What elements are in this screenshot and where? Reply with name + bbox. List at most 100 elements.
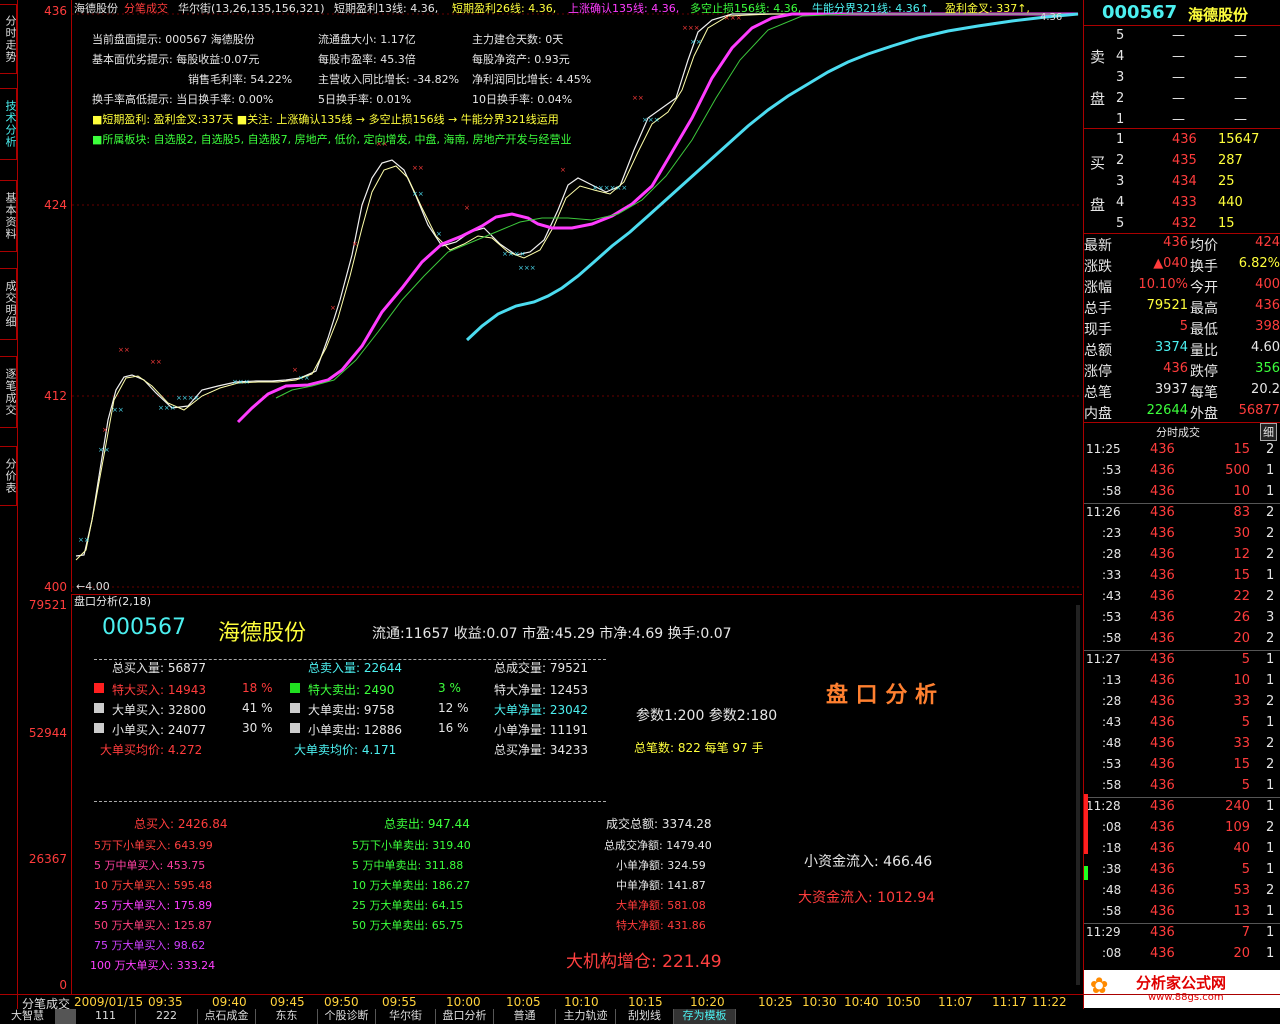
quote-label: 涨停 [1084,364,1112,380]
tick-volume: 13 [1233,904,1250,919]
tick-volume: 15 [1233,757,1250,772]
ask-level: 1 [1116,112,1125,127]
svg-text:××: ×× [112,406,124,414]
tab-222[interactable]: 222 [136,1009,198,1024]
legend-line-26: 短期盈利26线: 4.36, [452,2,557,15]
tick-price: 436 [1150,736,1175,751]
tick-volume: 26 [1233,610,1250,625]
sell-row: 特大卖出: 2490 [308,683,395,697]
total-sell: 总卖出: 947.44 [384,817,470,831]
tab-scroll[interactable] [56,1009,76,1024]
quote-label: 涨幅 [1084,280,1112,296]
tick-time: 11:26 [1086,505,1121,519]
tick-count: 2 [1266,631,1275,646]
net-detail: 总成交净额: 1479.40 [604,839,712,852]
sell-total: 总卖入量: 22644 [308,661,403,675]
tick-group-divider [1084,797,1280,798]
tick-bar [1084,866,1088,880]
price-tick: 412 [44,389,67,403]
tab-app[interactable]: 大智慧 [0,1009,56,1024]
tab-normal[interactable]: 普通 [494,1009,556,1024]
svg-text:××: ×× [412,190,424,198]
quote-value: 3937 [1154,382,1188,397]
tick-time: :28 [1102,694,1122,708]
buy-detail: 75 万大单买入: 98.62 [94,939,206,952]
tab-technical[interactable]: 技术分析 [0,88,17,160]
tab-save-template[interactable]: 存为模板 [674,1009,736,1024]
tick-price: 436 [1150,946,1175,961]
tick-price: 436 [1150,799,1175,814]
tab-wallstreet[interactable]: 华尔街 [376,1009,436,1024]
buy-avg: 大单买均价: 4.272 [100,743,203,757]
tab-fundamentals[interactable]: 基本资料 [0,180,17,252]
tab-intraday[interactable]: 分时走势 [0,4,17,74]
tick-count: 1 [1266,652,1275,667]
tab-main-track[interactable]: 主力轨迹 [556,1009,616,1024]
color-key [94,723,104,733]
panel-code: 000567 [102,615,186,640]
small-inflow: 小资金流入: 466.46 [804,854,933,870]
tick-time: :48 [1102,883,1122,897]
svg-text:×××: ××× [232,378,250,386]
tick-group-divider [1084,503,1280,504]
detail-button[interactable]: 细 [1260,423,1277,441]
tab-diagnosis[interactable]: 个股诊断 [318,1009,376,1024]
tab-dongdong[interactable]: 东东 [256,1009,318,1024]
quote-value: 6.82% [1238,256,1280,271]
buy-row: 特大买入: 14943 [112,683,207,697]
time-label: 10:50 [886,995,921,1009]
legend-golden-cross: 盈利金叉: 337↑, [945,2,1030,15]
note-revenue: 主营收入同比增长: -34.82% [318,73,460,86]
tick-price: 436 [1150,904,1175,919]
tab-draw-line[interactable]: 刮划线 [616,1009,674,1024]
params: 参数1:200 参数2:180 [636,708,778,724]
legend-indicator[interactable]: 华尔街(13,26,135,156,321) [178,0,325,16]
quote-value: 3374 [1154,340,1188,355]
time-label: 09:55 [382,995,417,1009]
quote-value: 424 [1255,235,1280,250]
tick-time: 11:27 [1086,652,1121,666]
sell-detail: 50 万大单卖出: 65.75 [352,919,464,932]
tick-price: 436 [1150,484,1175,499]
tick-volume: 240 [1225,799,1250,814]
net-detail: 特大净额: 431.86 [616,919,706,932]
tab-price-table[interactable]: 分价表 [0,446,17,506]
note-profit: 净利润同比增长: 4.45% [472,73,592,86]
color-key [94,683,104,693]
tick-time: :58 [1102,631,1122,645]
time-label: 09:45 [270,995,305,1009]
left-tab-bar: 分时走势 技术分析 基本资料 成交明细 逐笔成交 分价表 [0,0,18,1010]
tab-order-analysis[interactable]: 盘口分析 [436,1009,494,1024]
tick-price: 436 [1150,694,1175,709]
tick-time: :23 [1102,526,1122,540]
note-turnover5: 5日换手率: 0.01% [318,93,412,106]
bid-level: 1 [1116,132,1125,147]
tab-dianshi[interactable]: 点石成金 [198,1009,256,1024]
svg-text:××××: ×××× [176,394,199,402]
time-label: 2009/01/15 [74,995,144,1009]
tick-volume: 22 [1233,589,1250,604]
tick-count: 2 [1266,694,1275,709]
sell-row: 大单卖出: 9758 [308,703,395,717]
bid-price: 434 [1172,174,1197,189]
tick-time: :58 [1102,904,1122,918]
svg-text:×××: ××× [158,404,176,412]
bid-volume: 25 [1218,174,1235,189]
bid-level: 2 [1116,153,1125,168]
big-inflow: 大资金流入: 1012.94 [798,890,936,906]
tab-trade-detail[interactable]: 成交明细 [0,268,17,340]
sell-pct: 12 % [438,701,469,715]
ask-price: — [1172,28,1185,43]
tick-count: 2 [1266,526,1275,541]
tab-tick-trades[interactable]: 逐笔成交 [0,356,17,428]
tick-group-divider [1084,923,1280,924]
buy-pct: 18 % [242,681,273,695]
tick-volume: 5 [1241,862,1250,877]
institution-increase: 大机构增仓: 221.49 [566,952,722,972]
quote-label: 均价 [1190,238,1218,254]
tab-111[interactable]: 111 [76,1009,136,1024]
tick-count: 2 [1266,505,1275,520]
tick-time: :18 [1102,841,1122,855]
panel-scrollbar[interactable] [1076,605,1080,985]
note-bvps: 每股净资产: 0.93元 [472,53,570,66]
